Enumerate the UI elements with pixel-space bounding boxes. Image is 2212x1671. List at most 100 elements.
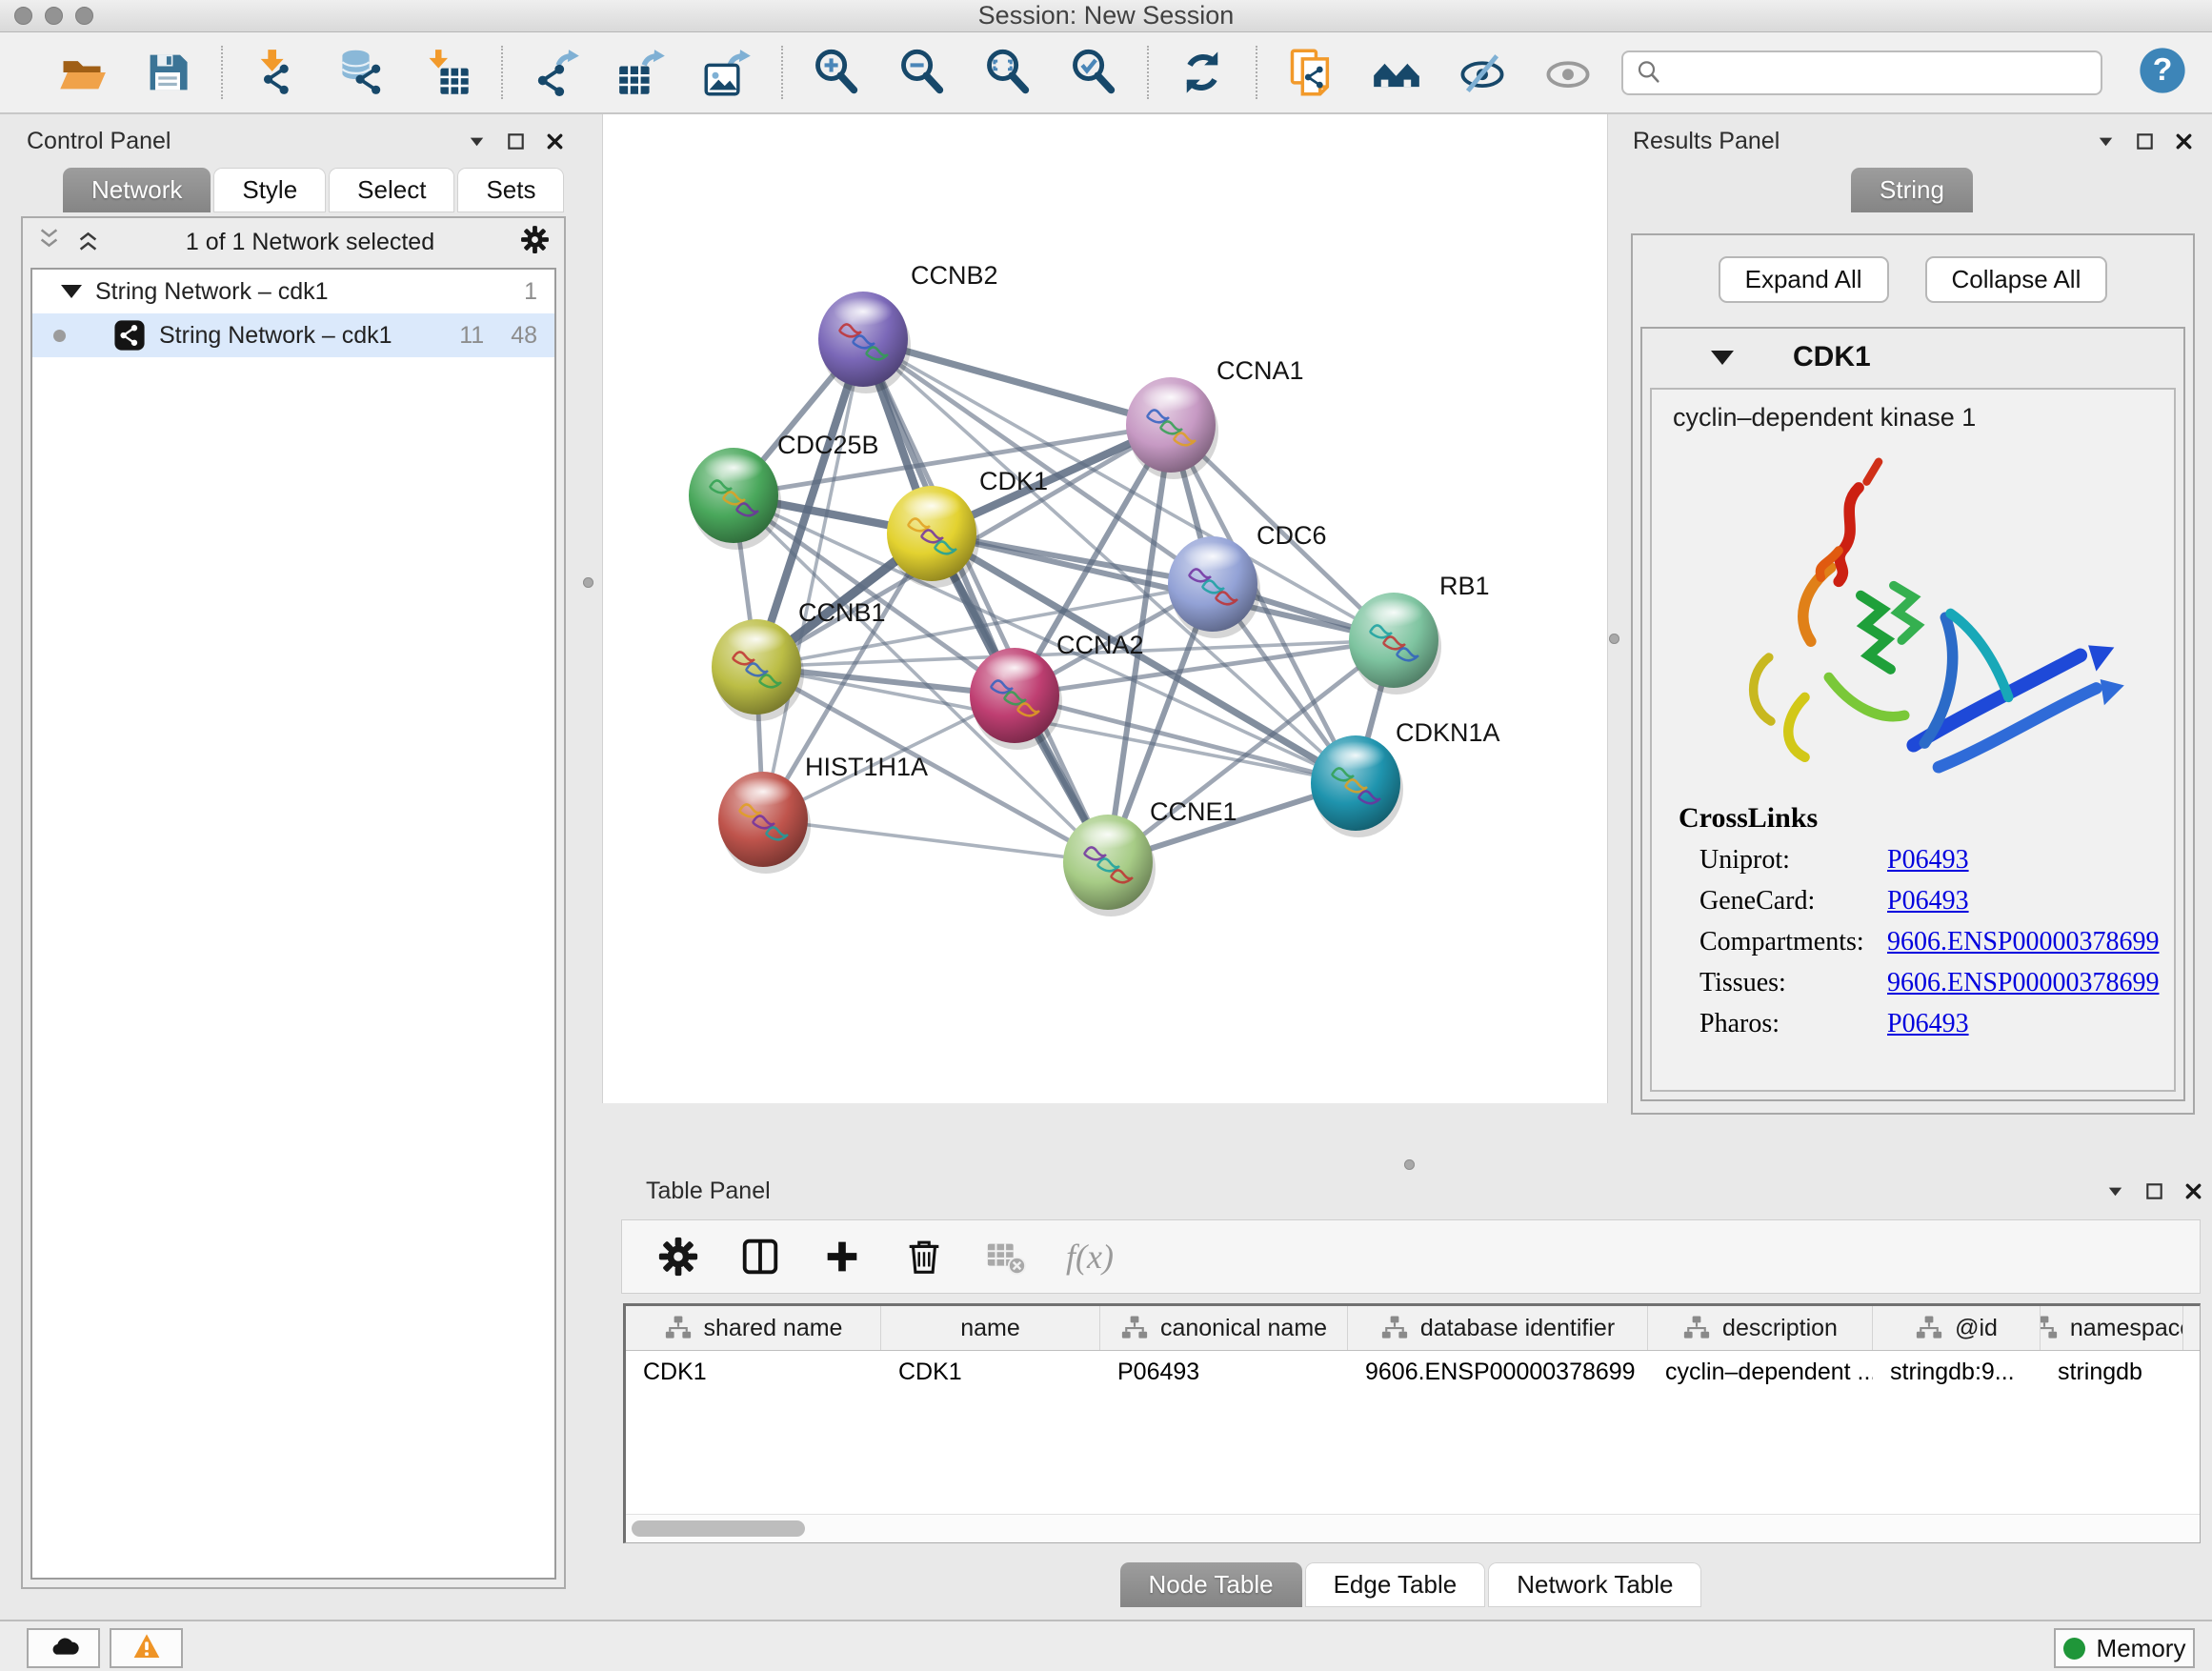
collection-caret-icon[interactable] xyxy=(61,285,82,309)
column-header-name[interactable]: name xyxy=(881,1306,1100,1350)
node-label-CCNA2: CCNA2 xyxy=(1056,631,1144,659)
expand-all-button[interactable]: Expand All xyxy=(1719,256,1889,303)
import-network-button[interactable] xyxy=(250,46,303,99)
node-label-CDC25B: CDC25B xyxy=(777,431,879,459)
node-label-CCNB1: CCNB1 xyxy=(798,598,886,627)
clone-network-button[interactable] xyxy=(1284,46,1337,99)
warning-button[interactable] xyxy=(110,1628,183,1668)
cloud-icon xyxy=(49,1631,79,1661)
status-bar: Memory xyxy=(0,1620,2212,1671)
protein-section-header[interactable]: CDK1 xyxy=(1642,329,2183,386)
cloud-button[interactable] xyxy=(27,1628,100,1668)
network-node-CCNA1[interactable]: CCNA1 xyxy=(1126,356,1304,479)
tab-string[interactable]: String xyxy=(1851,168,1973,212)
tree-icon xyxy=(1682,1314,1711,1342)
network-options-gear-icon[interactable] xyxy=(519,224,551,260)
network-node-HIST1H1A[interactable]: HIST1H1A xyxy=(718,753,928,874)
table-row[interactable]: CDK1CDK1P064939606.ENSP00000378699cyclin… xyxy=(626,1351,2200,1393)
column-header-description[interactable]: description xyxy=(1648,1306,1873,1350)
collapse-all-button[interactable]: Collapse All xyxy=(1925,256,2108,303)
network-edge[interactable] xyxy=(763,819,1108,862)
show-all-eye-button[interactable] xyxy=(1541,46,1595,99)
zoom-fit-button[interactable] xyxy=(981,46,1035,99)
delete-column-icon[interactable] xyxy=(902,1235,946,1278)
collection-count: 1 xyxy=(524,278,554,306)
table-panel: Table Panel f(x) shared namenamecanonica… xyxy=(610,1174,2212,1620)
add-column-icon[interactable] xyxy=(820,1235,864,1278)
crosslink-link[interactable]: P06493 xyxy=(1887,886,1969,916)
close-panel-icon[interactable] xyxy=(2173,131,2195,152)
network-node-CCNB2[interactable]: CCNB2 xyxy=(818,261,998,393)
hide-selected-button[interactable] xyxy=(1456,46,1509,99)
export-table-button[interactable] xyxy=(615,46,669,99)
crosslink-link[interactable]: P06493 xyxy=(1887,845,1969,876)
houses-button[interactable] xyxy=(1370,46,1423,99)
columns-icon[interactable] xyxy=(738,1235,782,1278)
network-canvas[interactable]: CCNB2CCNA1CDC25BCDK1CDC6RB1CCNB1CCNA2CDK… xyxy=(602,114,1608,1103)
refresh-layout-button[interactable] xyxy=(1176,46,1229,99)
export-network-button[interactable] xyxy=(530,46,583,99)
caret-down-icon[interactable] xyxy=(466,131,488,152)
close-panel-icon[interactable] xyxy=(2182,1180,2204,1202)
save-session-button[interactable] xyxy=(141,46,194,99)
network-row[interactable]: String Network – cdk1 11 48 xyxy=(32,313,554,357)
column-header-canonical-name[interactable]: canonical name xyxy=(1100,1306,1348,1350)
table-toolbar: f(x) xyxy=(621,1219,2201,1294)
export-image-button[interactable] xyxy=(701,46,754,99)
search-box[interactable] xyxy=(1621,50,2102,95)
caret-down-icon[interactable] xyxy=(2104,1180,2126,1202)
help-button[interactable]: ? xyxy=(2137,45,2188,101)
collapse-all-networks-icon[interactable] xyxy=(36,227,62,257)
import-network-icon xyxy=(251,48,301,97)
vertical-splitter-handle-left[interactable] xyxy=(583,577,593,588)
float-window-icon[interactable] xyxy=(2143,1180,2165,1202)
tab-sets[interactable]: Sets xyxy=(457,168,564,212)
network-collection-row[interactable]: String Network – cdk1 1 xyxy=(32,270,554,313)
crosslink-link[interactable]: P06493 xyxy=(1887,1009,1969,1039)
crosslink-link[interactable]: 9606.ENSP00000378699 xyxy=(1887,927,2159,957)
memory-button[interactable]: Memory xyxy=(2054,1628,2195,1668)
protein-caret-icon[interactable] xyxy=(1711,351,1734,376)
protein-section: CDK1 cyclin–dependent kinase 1 xyxy=(1640,327,2185,1101)
zoom-in-button[interactable] xyxy=(810,46,863,99)
search-input[interactable] xyxy=(1671,58,2089,88)
open-session-button[interactable] xyxy=(55,46,109,99)
crosslink-link[interactable]: 9606.ENSP00000378699 xyxy=(1887,968,2159,998)
table-horizontal-scrollbar[interactable] xyxy=(626,1514,2200,1542)
collection-label: String Network – cdk1 xyxy=(95,278,329,306)
tree-icon xyxy=(1915,1314,1943,1342)
close-panel-icon[interactable] xyxy=(544,131,566,152)
zoom-selected-button[interactable] xyxy=(1067,46,1120,99)
network-selection-status: 1 of 1 Network selected xyxy=(114,229,506,256)
gear-icon[interactable] xyxy=(656,1235,700,1278)
tab-node-table[interactable]: Node Table xyxy=(1120,1562,1302,1607)
column-header-namespace[interactable]: namespace xyxy=(2041,1306,2183,1350)
expand-all-networks-icon[interactable] xyxy=(75,227,101,257)
column-header-shared-name[interactable]: shared name xyxy=(626,1306,881,1350)
column-header-database-identifier[interactable]: database identifier xyxy=(1348,1306,1648,1350)
scrollbar-thumb[interactable] xyxy=(632,1520,805,1537)
caret-down-icon[interactable] xyxy=(2095,131,2117,152)
column-header--id[interactable]: @id xyxy=(1873,1306,2041,1350)
network-node-CDKN1A[interactable]: CDKN1A xyxy=(1311,718,1500,837)
tab-select[interactable]: Select xyxy=(329,168,454,212)
import-database-button[interactable] xyxy=(335,46,389,99)
network-node-CCNE1[interactable]: CCNE1 xyxy=(1063,797,1237,916)
import-table-icon xyxy=(423,48,473,97)
vertical-splitter-handle-right[interactable] xyxy=(1609,634,1619,644)
float-window-icon[interactable] xyxy=(2134,131,2156,152)
zoom-out-button[interactable] xyxy=(895,46,949,99)
tab-style[interactable]: Style xyxy=(213,168,326,212)
network-current-indicator xyxy=(53,330,66,342)
horizontal-splitter-handle[interactable] xyxy=(1404,1159,1415,1170)
node-label-CCNE1: CCNE1 xyxy=(1150,797,1237,826)
export-image-icon xyxy=(703,48,753,97)
tab-network-table[interactable]: Network Table xyxy=(1488,1562,1701,1607)
svg-text:?: ? xyxy=(2153,51,2173,88)
tab-edge-table[interactable]: Edge Table xyxy=(1305,1562,1486,1607)
tab-network[interactable]: Network xyxy=(63,168,211,212)
import-table-button[interactable] xyxy=(421,46,474,99)
network-node-RB1[interactable]: RB1 xyxy=(1349,572,1490,695)
crosslink-label: Compartments: xyxy=(1699,927,1876,957)
float-window-icon[interactable] xyxy=(505,131,527,152)
